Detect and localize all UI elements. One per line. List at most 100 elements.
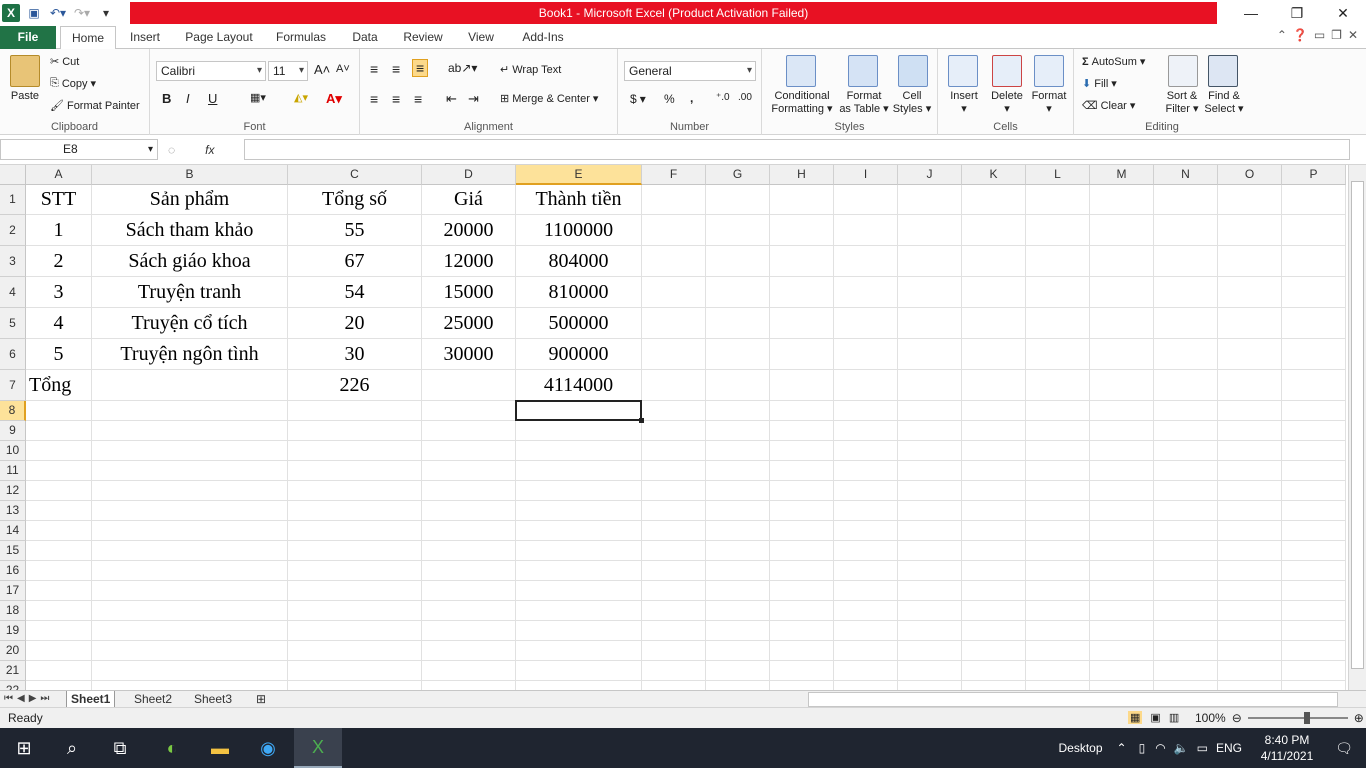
cell-a16[interactable] [26,561,92,581]
zoom-out-icon[interactable]: ⊖ [1232,711,1242,725]
cell-j3[interactable] [898,246,962,277]
borders-icon[interactable]: ▦▾ [250,91,266,104]
cell-h15[interactable] [770,541,834,561]
cell-d3[interactable]: 12000 [422,246,516,277]
row-header-12[interactable]: 12 [0,481,26,501]
cell-h12[interactable] [770,481,834,501]
volume-icon[interactable]: 🔈 [1174,741,1189,755]
zoom-level[interactable]: 100% [1195,711,1226,725]
cell-c16[interactable] [288,561,422,581]
formula-collapse-icon[interactable]: ◌ [168,143,175,157]
tab-home[interactable]: Home [60,26,116,50]
cell-d19[interactable] [422,621,516,641]
cell-j7[interactable] [898,370,962,401]
page-break-view-icon[interactable]: ▥ [1169,711,1179,724]
cell-f8[interactable] [642,401,706,421]
cell-f21[interactable] [642,661,706,681]
cell-n15[interactable] [1154,541,1218,561]
cell-m6[interactable] [1090,339,1154,370]
cell-a20[interactable] [26,641,92,661]
comma-button[interactable]: , [690,91,693,105]
cell-n1[interactable] [1154,185,1218,215]
cell-o1[interactable] [1218,185,1282,215]
row-header-16[interactable]: 16 [0,561,26,581]
column-header-g[interactable]: G [706,165,770,185]
column-header-i[interactable]: I [834,165,898,185]
cell-k4[interactable] [962,277,1026,308]
cell-b18[interactable] [92,601,288,621]
doc-close-icon[interactable]: ✕ [1348,28,1358,42]
cell-c17[interactable] [288,581,422,601]
cell-a8[interactable] [26,401,92,421]
cell-j14[interactable] [898,521,962,541]
cell-g4[interactable] [706,277,770,308]
cell-k7[interactable] [962,370,1026,401]
cell-k9[interactable] [962,421,1026,441]
row-header-18[interactable]: 18 [0,601,26,621]
cell-i11[interactable] [834,461,898,481]
row-header-3[interactable]: 3 [0,246,26,277]
font-name-dropdown[interactable]: Calibri [156,61,266,81]
cell-f18[interactable] [642,601,706,621]
cell-j4[interactable] [898,277,962,308]
cell-n12[interactable] [1154,481,1218,501]
cell-n6[interactable] [1154,339,1218,370]
cell-c6[interactable]: 30 [288,339,422,370]
cell-f6[interactable] [642,339,706,370]
cell-k20[interactable] [962,641,1026,661]
column-header-a[interactable]: A [26,165,92,185]
cell-i3[interactable] [834,246,898,277]
cell-l17[interactable] [1026,581,1090,601]
format-painter-button[interactable]: 🖌 Format Painter [50,99,140,113]
cell-a5[interactable]: 4 [26,308,92,339]
paste-icon[interactable] [10,55,40,87]
cell-d20[interactable] [422,641,516,661]
cell-n2[interactable] [1154,215,1218,246]
cell-i16[interactable] [834,561,898,581]
cell-c9[interactable] [288,421,422,441]
cell-h2[interactable] [770,215,834,246]
insert-cells-icon[interactable] [948,55,978,87]
sheet-tab-sheet2[interactable]: Sheet2 [130,691,176,708]
cell-o5[interactable] [1218,308,1282,339]
cell-l13[interactable] [1026,501,1090,521]
zoom-knob[interactable] [1303,712,1310,724]
cell-c11[interactable] [288,461,422,481]
orientation-icon[interactable]: ab↗▾ [448,61,477,75]
cell-o15[interactable] [1218,541,1282,561]
cell-i12[interactable] [834,481,898,501]
cell-g12[interactable] [706,481,770,501]
bold-button[interactable]: B [162,91,171,106]
cell-j10[interactable] [898,441,962,461]
prev-sheet-icon[interactable]: ◀ [17,691,25,707]
cell-p11[interactable] [1282,461,1346,481]
cell-e20[interactable] [516,641,642,661]
cell-d21[interactable] [422,661,516,681]
column-header-e[interactable]: E [516,165,642,185]
cell-a6[interactable]: 5 [26,339,92,370]
cell-k14[interactable] [962,521,1026,541]
cell-d18[interactable] [422,601,516,621]
cell-p9[interactable] [1282,421,1346,441]
cell-i18[interactable] [834,601,898,621]
sort-filter-button[interactable]: Sort & Filter ▾ [1160,90,1204,116]
cell-a18[interactable] [26,601,92,621]
cell-g11[interactable] [706,461,770,481]
cell-o7[interactable] [1218,370,1282,401]
cell-m18[interactable] [1090,601,1154,621]
align-left-icon[interactable]: ≡ [370,91,378,107]
cell-m12[interactable] [1090,481,1154,501]
cell-f15[interactable] [642,541,706,561]
cell-p12[interactable] [1282,481,1346,501]
cell-n8[interactable] [1154,401,1218,421]
cell-n9[interactable] [1154,421,1218,441]
cell-g14[interactable] [706,521,770,541]
cell-p17[interactable] [1282,581,1346,601]
sheet-tab-sheet3[interactable]: Sheet3 [190,691,236,708]
cell-e2[interactable]: 1100000 [516,215,642,246]
cell-n22[interactable] [1154,681,1218,690]
cell-g16[interactable] [706,561,770,581]
align-bottom-icon[interactable]: ≡ [412,59,429,77]
cell-o14[interactable] [1218,521,1282,541]
cell-m20[interactable] [1090,641,1154,661]
